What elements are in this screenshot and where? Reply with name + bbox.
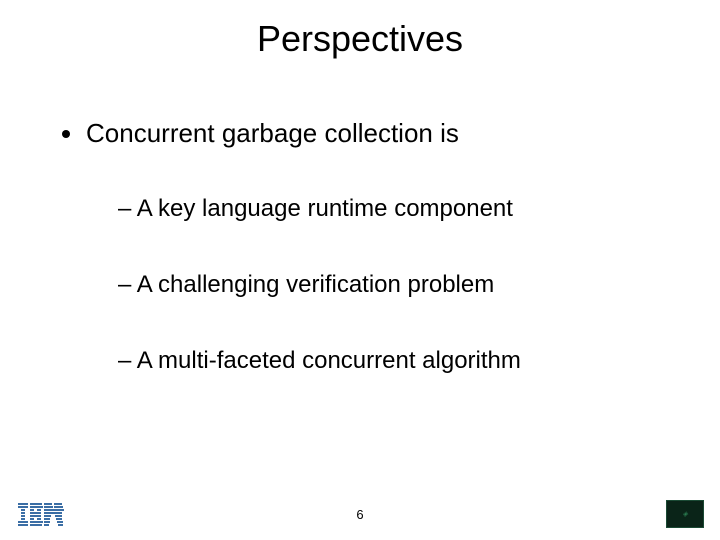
sub-bullet: – A multi-faceted concurrent algorithm xyxy=(118,347,720,375)
sub-bullet: – A key language runtime component xyxy=(118,195,720,223)
bullet-text: Concurrent garbage collection is xyxy=(86,118,459,149)
badge-text: ◈ xyxy=(683,510,688,518)
sub-bullet: – A challenging verification problem xyxy=(118,271,720,299)
decorative-badge-icon: ◈ xyxy=(666,500,704,528)
ibm-logo-icon xyxy=(18,503,64,526)
page-number: 6 xyxy=(0,507,720,522)
bullet-dot-icon xyxy=(62,130,70,138)
bullet-level1: Concurrent garbage collection is xyxy=(62,118,720,149)
slide-title: Perspectives xyxy=(0,0,720,60)
sub-bullets: – A key language runtime component – A c… xyxy=(62,149,720,375)
slide-content: Concurrent garbage collection is – A key… xyxy=(0,60,720,375)
